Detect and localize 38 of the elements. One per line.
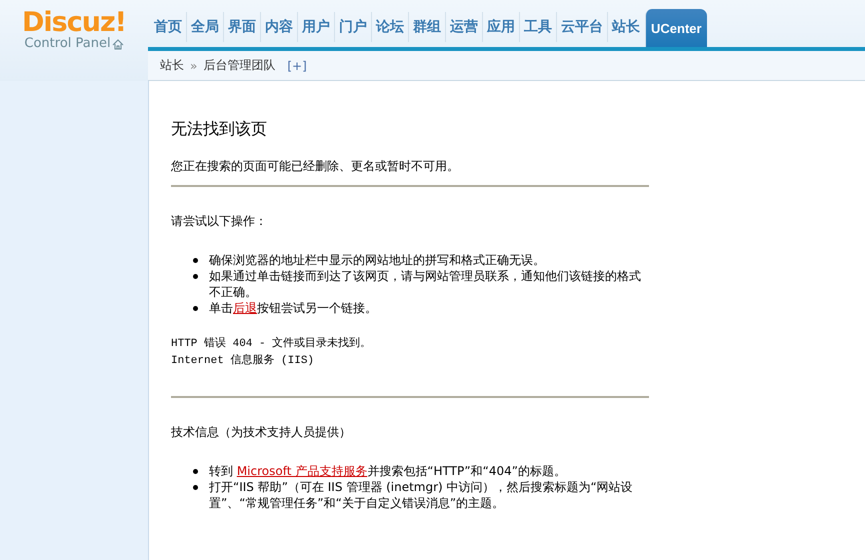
list-item-text: 确保浏览器的地址栏中显示的网站地址的拼写和格式正确无误。	[209, 253, 545, 267]
help-link[interactable]: 后退	[233, 301, 257, 315]
nav-tab[interactable]: 应用	[482, 12, 519, 42]
section-heading: 技术信息（为技术支持人员提供）	[171, 424, 352, 441]
nav-tab[interactable]: 首页	[150, 12, 186, 42]
bullet-icon	[193, 258, 198, 263]
list-item-text: 转到 Microsoft 产品支持服务并搜索包括“HTTP”和“404”的标题。	[209, 464, 566, 478]
nav-tab[interactable]: 站长	[607, 12, 644, 42]
breadcrumb-current: 后台管理团队	[203, 57, 276, 74]
nav-tab[interactable]: 工具	[519, 12, 556, 42]
list-item-text: 如果通过单击链接而到达了该网页，请与网站管理员联系，通知他们该链接的格式不正确。	[209, 269, 641, 299]
nav-tab[interactable]: 论坛	[371, 12, 408, 42]
breadcrumb-separator: »	[190, 58, 198, 72]
section-heading: 请尝试以下操作：	[171, 213, 268, 230]
nav-tab[interactable]: 运营	[445, 12, 482, 42]
nav-tab[interactable]: 群组	[408, 12, 445, 42]
nav-tab[interactable]: 内容	[260, 12, 297, 42]
bullet-icon	[193, 274, 198, 279]
bullet-icon	[193, 306, 198, 311]
nav-tab[interactable]: 界面	[223, 12, 260, 42]
nav-tab[interactable]: UCenter	[645, 9, 707, 47]
nav-tab[interactable]: 云平台	[556, 12, 607, 42]
home-icon[interactable]	[112, 38, 124, 50]
help-link[interactable]: Microsoft 产品支持服务	[236, 464, 368, 478]
list-item-text: 打开“IIS 帮助”（可在 IIS 管理器 (inetmgr) 中访问），然后搜索标题为“网站设置”、“常规管理任务”和“关于自定义错误消息”的主题。	[209, 480, 633, 510]
status-text: Internet 信息服务 (IIS)	[171, 353, 316, 369]
nav-tab[interactable]: 门户	[334, 12, 371, 42]
error-message: 您正在搜索的页面可能已经删除、更名或暂时不可用。	[171, 158, 460, 175]
control-panel-label: Control Panel	[24, 36, 111, 52]
list-item-text: 单击后退按钮尝试另一个链接。	[209, 301, 377, 315]
bullet-icon	[193, 469, 198, 474]
error-title: 无法找到该页	[171, 119, 268, 140]
bullet-icon	[193, 485, 198, 490]
add-shortcut-link[interactable]: [+]	[287, 58, 307, 72]
breadcrumb-link[interactable]: 站长	[160, 57, 184, 74]
status-text: HTTP 错误 404 - 文件或目录未找到。	[171, 336, 372, 352]
nav-tab[interactable]: 全局	[186, 12, 223, 42]
nav-tab[interactable]: 用户	[297, 12, 334, 42]
